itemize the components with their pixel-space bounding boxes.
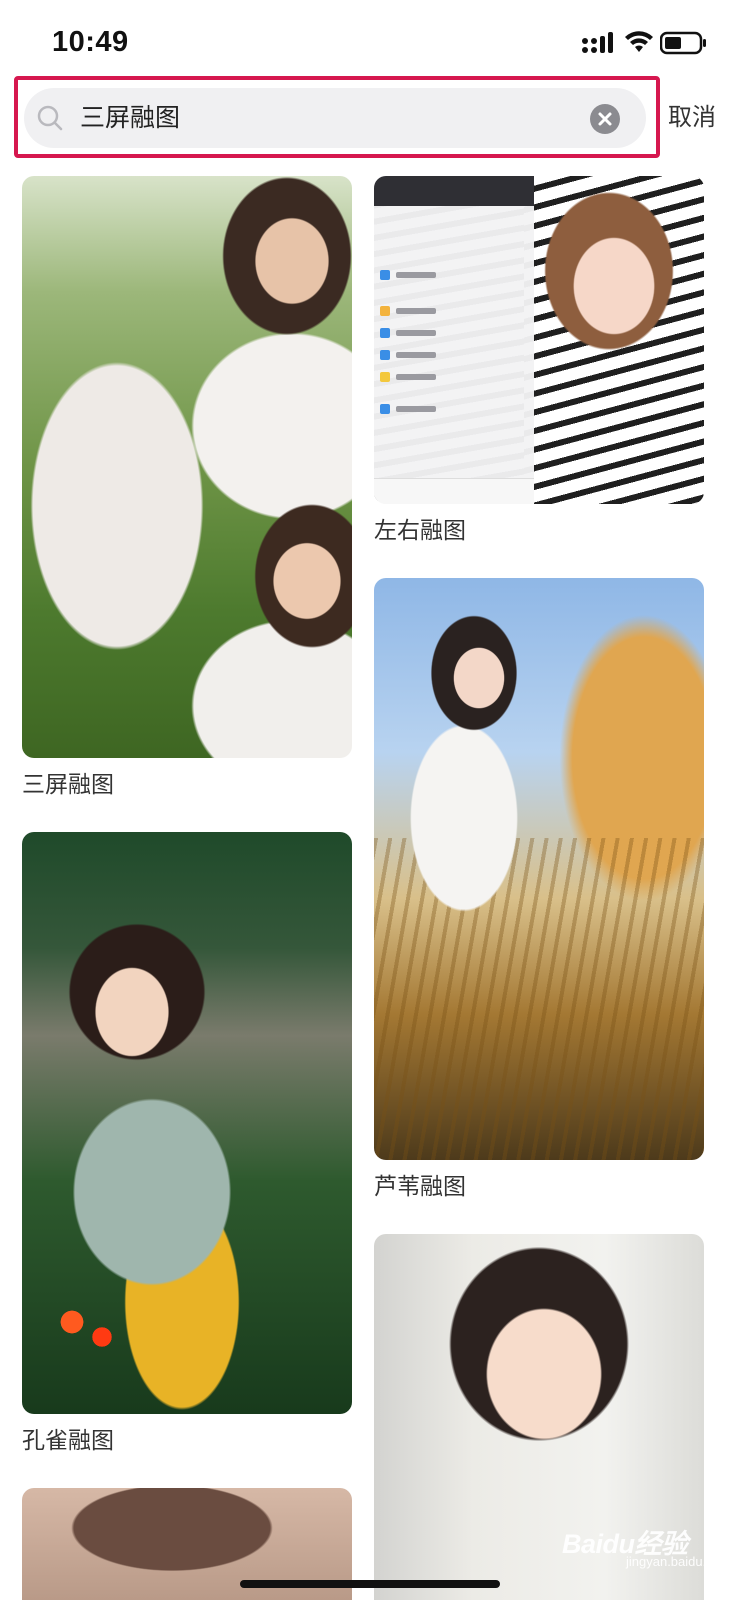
result-thumbnail: [374, 578, 704, 1160]
result-title: 芦苇融图: [374, 1173, 466, 1199]
app-screenshot-row: [380, 326, 520, 340]
app-screenshot-panel: [374, 176, 534, 504]
photo-area: [524, 176, 704, 504]
result-card-sanping[interactable]: 三屏融图: [22, 176, 352, 806]
baidu-watermark: Baidu经验 jingyan.baidu.com: [562, 1514, 732, 1570]
search-input[interactable]: 三屏融图: [80, 100, 180, 136]
status-bar: 10:49: [0, 0, 740, 80]
result-title: 三屏融图: [22, 771, 114, 797]
app-screenshot-row: [380, 268, 520, 282]
home-indicator[interactable]: [240, 1580, 500, 1588]
battery-icon: [660, 31, 706, 55]
app-screenshot-row: [380, 348, 520, 362]
watermark-url: jingyan.baidu.com: [626, 1554, 731, 1569]
result-thumbnail: [374, 176, 704, 504]
result-title: 左右融图: [374, 517, 466, 543]
app-screenshot-header: [374, 176, 534, 206]
clear-icon[interactable]: [590, 104, 620, 134]
status-time: 10:49: [52, 26, 129, 58]
result-card-luwei[interactable]: 芦苇融图: [374, 578, 704, 1208]
result-title: 孔雀融图: [22, 1427, 114, 1453]
app-screenshot-row: [380, 304, 520, 318]
result-card-zuoyou[interactable]: 左右融图: [374, 176, 704, 552]
wifi-icon: [625, 31, 653, 52]
result-thumbnail: [22, 832, 352, 1414]
app-screenshot-row: [380, 370, 520, 384]
cancel-button[interactable]: 取消: [668, 100, 716, 136]
result-thumbnail: [22, 176, 352, 758]
app-screenshot-row: [380, 402, 520, 416]
result-card-kongque[interactable]: 孔雀融图: [22, 832, 352, 1462]
signal-icon: [582, 32, 613, 53]
app-screenshot-tabbar: [374, 478, 534, 504]
search-icon: [37, 105, 63, 131]
